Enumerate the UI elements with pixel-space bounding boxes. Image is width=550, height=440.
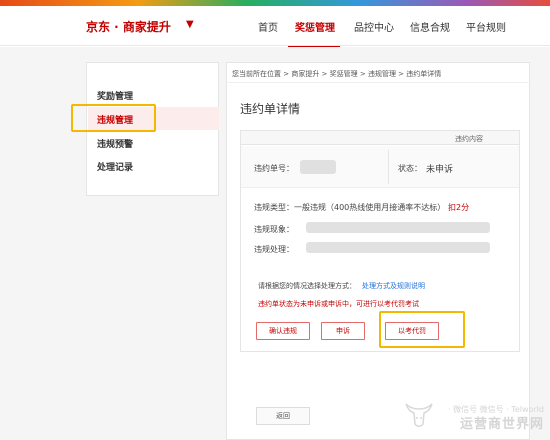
breadcrumb: 您当前所在位置 > 商家提升 > 奖惩管理 > 违规管理 > 违约单详情: [232, 70, 442, 78]
appeal-button[interactable]: 申诉: [321, 322, 365, 340]
sidebar-item-warnings[interactable]: 违规预警: [97, 137, 133, 150]
sidebar-item-rewards[interactable]: 奖励管理: [97, 89, 133, 102]
deduction-points: 扣2分: [448, 203, 470, 212]
status-value: 未申诉: [426, 165, 454, 175]
watermark-line1: · 微信号 微信号 · Telworld: [448, 405, 544, 414]
bull-logo-icon: [405, 403, 433, 427]
violation-type-label: 违规类型：: [254, 203, 294, 212]
order-info-divider: [388, 150, 389, 184]
nav-quality-center[interactable]: 品控中心: [354, 19, 394, 34]
sidebar-item-records[interactable]: 处理记录: [97, 160, 133, 173]
brand-dropdown-icon[interactable]: ▼: [186, 19, 194, 30]
annotation-highlight-exam: [379, 311, 465, 348]
rules-link[interactable]: 处理方式及规则说明: [362, 281, 425, 291]
handling-redacted: [306, 242, 490, 253]
breadcrumb-divider: [226, 82, 530, 83]
nav-info-compliance[interactable]: 信息合规: [410, 19, 450, 34]
confirm-violation-button[interactable]: 确认违规: [256, 322, 310, 340]
notice-prefix: 请根据您的情况选择处理方式：: [258, 282, 356, 290]
annotation-highlight-sidebar: [71, 104, 156, 132]
watermark: · 微信号 微信号 · Telworld 运营商世界网: [448, 404, 544, 434]
order-no-redacted: [300, 160, 336, 174]
brand-title[interactable]: 京东 · 商家提升: [86, 18, 171, 35]
violation-type-value: 一般违规（400热线使用月接通率不达标）: [294, 203, 446, 212]
nav-rewards-penalties[interactable]: 奖惩管理: [295, 19, 335, 34]
phenomenon-redacted: [306, 222, 490, 233]
section-title: 违约内容: [455, 135, 483, 143]
top-header: 京东 · 商家提升 ▼ 首页 奖惩管理 品控中心 信息合规 平台规则: [0, 6, 550, 49]
status-label: 状态：: [398, 164, 422, 173]
phenomenon-label: 违规现象：: [254, 225, 294, 234]
page-title: 违约单详情: [240, 102, 301, 116]
nav-platform-rules[interactable]: 平台规则: [466, 19, 506, 34]
order-no-label: 违约单号：: [254, 164, 294, 173]
back-button[interactable]: 返回: [256, 407, 310, 425]
exam-warning: 违约单状态为未申诉或申诉中，可进行以考代罚考试: [258, 300, 419, 308]
watermark-line2: 运营商世界网: [459, 417, 544, 432]
handling-label: 违规处理：: [254, 245, 294, 254]
nav-home[interactable]: 首页: [258, 19, 278, 34]
